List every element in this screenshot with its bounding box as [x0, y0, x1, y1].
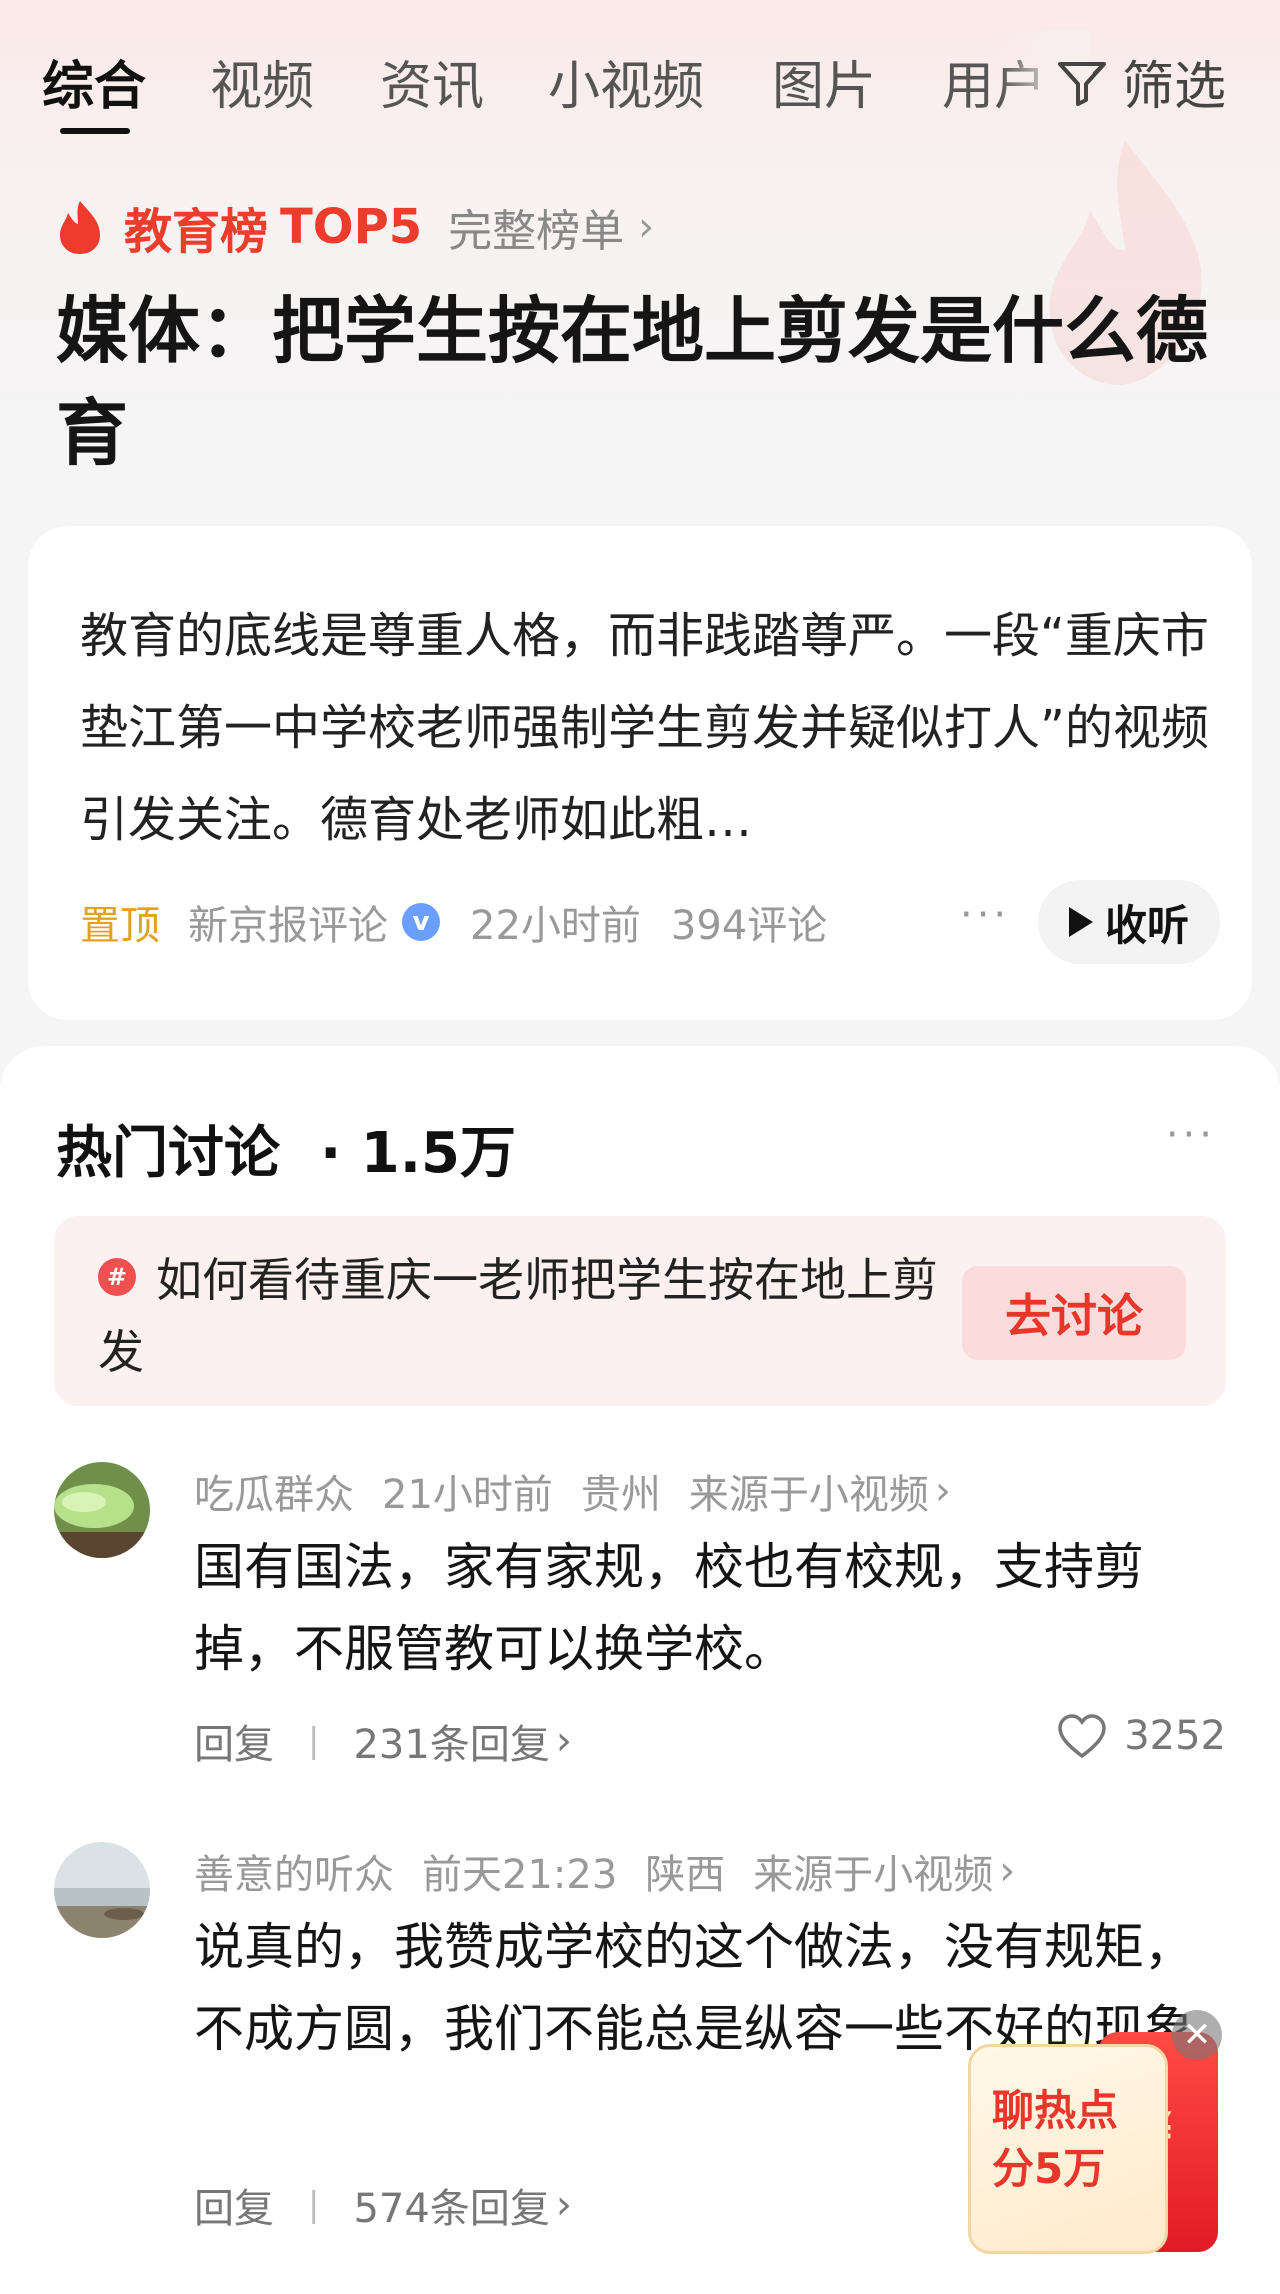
full-list-link[interactable]: 完整榜单 — [448, 195, 624, 259]
comment-location: 陕西 — [645, 1852, 726, 1898]
heart-icon — [1058, 1714, 1106, 1759]
hot-topic-promo[interactable]: ¥ 聊热点 分5万 ✕ — [968, 2010, 1222, 2254]
ranking-label: 教育榜 — [124, 204, 269, 260]
tab-news[interactable]: 资讯 — [380, 44, 484, 119]
search-tab-bar: 综合 视频 资讯 小视频 图片 用户 筛选 — [0, 0, 1280, 150]
tab-video[interactable]: 视频 — [210, 44, 314, 119]
promo-text: 聊热点 分5万 — [992, 2082, 1118, 2198]
comment-origin[interactable]: 来源于小视频 — [753, 1842, 993, 1900]
chevron-right-icon: › — [555, 1718, 572, 1764]
tab-all[interactable]: 综合 — [42, 44, 146, 119]
comment-location: 贵州 — [580, 1472, 661, 1518]
tab-images[interactable]: 图片 — [772, 44, 876, 119]
filter-icon — [1057, 61, 1106, 106]
go-discuss-button[interactable]: 去讨论 — [962, 1266, 1186, 1360]
comment-time: 前天21:23 — [422, 1852, 618, 1898]
comment-origin[interactable]: 来源于小视频 — [689, 1462, 929, 1520]
reply-count-link[interactable]: 574条回复 — [353, 2176, 549, 2234]
verified-icon: v — [402, 903, 440, 941]
discussion-more-icon[interactable]: ··· — [1166, 1112, 1216, 1158]
article-summary[interactable]: 教育的底线是尊重人格，而非践踏尊严。一段“重庆市垫江第一中学校老师强制学生剪发并… — [80, 590, 1220, 866]
play-icon — [1068, 907, 1093, 937]
promo-line-1: 聊热点 — [992, 2086, 1119, 2135]
listen-button[interactable]: 收听 — [1038, 880, 1220, 964]
chevron-right-icon: › — [999, 1848, 1016, 1894]
like-button[interactable]: 3252 — [1056, 1712, 1226, 1760]
discussion-title: 热门讨论 — [56, 1121, 280, 1186]
topic-text[interactable]: 如何看待重庆一老师把学生按在地上剪发 — [98, 1244, 978, 1388]
reply-button[interactable]: 回复 — [194, 2176, 274, 2234]
pinned-badge: 置顶 — [80, 903, 160, 949]
comment-footer: 回复 | 231条回复 › — [194, 1712, 572, 1770]
chevron-right-icon: › — [555, 2182, 572, 2228]
comment-meta: 善意的听众 前天21:23 陕西 来源于小视频 › — [194, 1842, 1043, 1900]
like-count: 3252 — [1124, 1713, 1226, 1759]
reply-button[interactable]: 回复 — [194, 1712, 274, 1770]
more-options-icon[interactable]: ··· — [960, 892, 1010, 938]
article-meta: 置顶 新京报评论 v 22小时前 394评论 ··· 收听 — [80, 880, 1220, 964]
chevron-right-icon: › — [638, 204, 655, 250]
ranking-header[interactable]: 教育榜 TOP5 完整榜单 › — [56, 192, 654, 262]
close-icon[interactable]: ✕ — [1172, 2010, 1222, 2060]
listen-label: 收听 — [1104, 900, 1189, 950]
active-tab-indicator — [60, 128, 130, 134]
comment-username[interactable]: 吃瓜群众 — [194, 1462, 354, 1520]
filter-button[interactable]: 筛选 — [1054, 44, 1226, 119]
divider: | — [308, 1721, 320, 1761]
divider: | — [308, 2185, 320, 2225]
comment-username[interactable]: 善意的听众 — [194, 1842, 394, 1900]
comment-footer: 回复 | 574条回复 › — [194, 2176, 572, 2234]
comment-item: 吃瓜群众 21小时前 贵州 来源于小视频 › 国有国法，家有家规，校也有校规，支… — [54, 1462, 1226, 1768]
flame-icon — [60, 201, 100, 254]
article-source[interactable]: 新京报评论 — [188, 893, 388, 951]
discussion-topic[interactable]: # 如何看待重庆一老师把学生按在地上剪发 去讨论 — [54, 1216, 1226, 1406]
chevron-right-icon: › — [934, 1468, 951, 1514]
avatar[interactable] — [54, 1842, 150, 1938]
article-card[interactable]: 教育的底线是尊重人格，而非践踏尊严。一段“重庆市垫江第一中学校老师强制学生剪发并… — [28, 526, 1252, 1020]
tab-short-video[interactable]: 小视频 — [548, 44, 704, 119]
discussion-count: · 1.5万 — [320, 1121, 516, 1186]
comment-text[interactable]: 国有国法，家有家规，校也有校规，支持剪掉，不服管教可以换学校。 — [194, 1526, 1234, 1690]
reply-count-link[interactable]: 231条回复 — [353, 1712, 549, 1770]
page-title: 媒体：把学生按在地上剪发是什么德育 — [56, 289, 1209, 475]
avatar[interactable] — [54, 1462, 150, 1558]
promo-line-2: 分5万 — [992, 2144, 1106, 2193]
filter-label: 筛选 — [1121, 57, 1226, 117]
ranking-top: TOP5 — [280, 199, 423, 255]
comment-meta: 吃瓜群众 21小时前 贵州 来源于小视频 › — [194, 1462, 979, 1520]
article-comment-count[interactable]: 394评论 — [671, 893, 827, 951]
comment-time: 21小时前 — [382, 1472, 553, 1518]
article-time: 22小时前 — [470, 903, 641, 949]
